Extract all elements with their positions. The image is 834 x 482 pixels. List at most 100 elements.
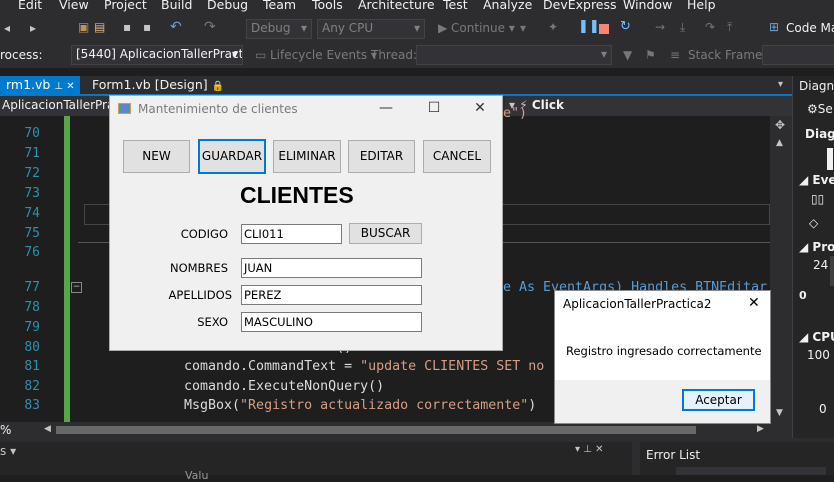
- member-nav-dropdown[interactable]: ▾ ⚡ Click: [505, 96, 792, 116]
- line-number: 75: [24, 226, 40, 241]
- hot-reload-icon[interactable]: ✦: [548, 20, 558, 34]
- tab-overflow-icon[interactable]: ▾: [778, 79, 783, 90]
- menu-window[interactable]: Window: [623, 0, 672, 12]
- code-fragment: e"): [503, 106, 528, 121]
- lifecycle-events-button[interactable]: Lifecycle Events ▾: [270, 48, 377, 62]
- nombres-input[interactable]: JUAN: [241, 258, 422, 278]
- settings-button[interactable]: ⚙Se: [807, 102, 833, 116]
- menu-test[interactable]: Test: [443, 0, 468, 12]
- code-map-button[interactable]: Code Map: [786, 21, 834, 35]
- attach-icon[interactable]: ▾: [520, 21, 526, 35]
- scroll-left-icon[interactable]: ◀: [44, 424, 51, 434]
- back-icon[interactable]: ◂: [4, 21, 10, 35]
- stack-frame-dropdown[interactable]: [762, 45, 834, 65]
- save-all-icon[interactable]: ▪: [143, 20, 151, 34]
- guardar-button[interactable]: GUARDAR: [198, 139, 266, 174]
- dialog-title: AplicacionTallerPractica2: [563, 297, 712, 311]
- diagnostics-session-label: Diagn: [805, 127, 834, 141]
- restart-icon[interactable]: ↻: [620, 19, 631, 34]
- scroll-up-icon[interactable]: ▲: [776, 138, 783, 148]
- menu-devexpress[interactable]: DevExpress: [543, 0, 617, 12]
- lifecycle-icon: ▭: [255, 48, 267, 62]
- minimize-button[interactable]: —: [366, 100, 406, 122]
- dialog-close-button[interactable]: ✕: [748, 295, 760, 311]
- cpu-section[interactable]: ◢ CPU: [799, 330, 834, 344]
- codigo-input[interactable]: CLI011: [241, 224, 342, 244]
- menu-edit[interactable]: Edit: [18, 0, 42, 12]
- error-list-title[interactable]: Error List: [646, 448, 700, 462]
- buscar-button[interactable]: BUSCAR: [349, 223, 422, 244]
- step-over-icon[interactable]: ↷: [705, 20, 715, 34]
- timeline-ruler: [827, 148, 833, 170]
- menu-help[interactable]: Help: [687, 0, 716, 12]
- pause-icon[interactable]: ❚❚: [578, 19, 600, 34]
- maximize-button[interactable]: ☐: [414, 100, 454, 122]
- eliminar-button[interactable]: ELIMINAR: [273, 140, 341, 173]
- apellidos-input[interactable]: PEREZ: [241, 285, 422, 305]
- menu-project[interactable]: Project: [104, 0, 147, 12]
- stop-icon[interactable]: [599, 24, 609, 34]
- open-folder-icon[interactable]: ▤: [94, 20, 105, 34]
- cpu-min-value: 0: [819, 402, 827, 416]
- sexo-input[interactable]: MASCULINO: [241, 312, 422, 332]
- menu-build[interactable]: Build: [161, 0, 192, 12]
- filter-icon[interactable]: ▼: [623, 48, 632, 62]
- memory-value: 24: [813, 258, 829, 272]
- line-number: 77: [24, 280, 40, 295]
- scroll-down-icon[interactable]: ▼: [776, 408, 783, 418]
- error-list-panel: Error List: [640, 442, 834, 475]
- solution-config-dropdown[interactable]: Debug ▾: [246, 19, 312, 39]
- menu-debug[interactable]: Debug: [207, 0, 248, 12]
- collapse-toggle[interactable]: −: [71, 282, 82, 293]
- redo-icon[interactable]: ↷: [204, 19, 216, 35]
- horizontal-scrollbar[interactable]: % ◀ ▶: [0, 422, 792, 438]
- menu-team[interactable]: Team: [263, 0, 296, 12]
- dialog-footer: Aceptar: [555, 380, 770, 423]
- menu-tools[interactable]: Tools: [312, 0, 343, 12]
- new-button[interactable]: NEW: [123, 140, 190, 173]
- vertical-scrollbar[interactable]: ✥ ▲ ▼: [770, 116, 792, 422]
- continue-button[interactable]: ▶ Continue ▾: [438, 21, 515, 35]
- line-number: 76: [24, 245, 40, 260]
- menu-view[interactable]: View: [59, 0, 89, 12]
- save-icon[interactable]: ▪: [123, 20, 131, 34]
- new-project-icon[interactable]: ▣: [78, 20, 89, 34]
- horizontal-scroll-thumb[interactable]: [56, 426, 696, 434]
- forward-icon[interactable]: ▸: [30, 21, 36, 35]
- menu-analyze[interactable]: Analyze: [483, 0, 532, 12]
- flag-icon[interactable]: ⚑: [645, 48, 656, 62]
- diagnostic-tools-panel: Diagno ⚙Se Diagn ◢ Even ▯▯ ◇ ◢ Proc 24 0…: [792, 76, 834, 438]
- tab-form1-design[interactable]: Form1.vb [Design] 🔒: [86, 76, 230, 96]
- aceptar-button[interactable]: Aceptar: [682, 389, 755, 411]
- line-number: 71: [24, 146, 40, 161]
- line-number: 83: [24, 398, 40, 413]
- close-icon[interactable]: s ▾: [0, 444, 16, 458]
- debug-location-toolbar: rocess: [5440] AplicacionTallerPractica2…: [0, 44, 834, 68]
- events-section[interactable]: ◢ Even: [799, 173, 834, 187]
- process-memory-section[interactable]: ◢ Proc: [799, 240, 834, 254]
- process-dropdown[interactable]: [5440] AplicacionTallerPractica2.vs▾: [71, 45, 243, 65]
- pause-events-icon[interactable]: ▯▯: [811, 192, 824, 206]
- stack-frame-label: Stack Frame:: [688, 48, 767, 62]
- split-icon[interactable]: ✥: [775, 118, 785, 132]
- scroll-right-icon[interactable]: ▶: [757, 424, 764, 434]
- line-number: 79: [24, 320, 40, 335]
- tab-form1-code[interactable]: rm1.vb ⊥ ✕: [0, 76, 80, 96]
- step-into-icon[interactable]: ⤓: [680, 20, 685, 35]
- menu-architecture[interactable]: Architecture: [358, 0, 435, 12]
- thread-dropdown[interactable]: ▾: [416, 45, 612, 65]
- platform-dropdown[interactable]: Any CPU ▾: [317, 19, 425, 39]
- zoom-level[interactable]: %: [0, 423, 11, 437]
- panel-options-icon[interactable]: ▾ ⊥ ✕: [575, 444, 603, 455]
- close-button[interactable]: ✕: [460, 100, 500, 122]
- project-nav-dropdown[interactable]: AplicacionTallerPractic: [0, 96, 112, 116]
- standard-toolbar: ◂ ▸ ▣ ▤ ▪ ▪ ↶ ↷ Debug ▾ Any CPU ▾ ▶ Contin…: [0, 14, 834, 44]
- cpu-max-value: 100: [807, 348, 830, 362]
- error-list-filter[interactable]: [676, 467, 826, 475]
- show-next-statement-icon[interactable]: →: [655, 20, 665, 34]
- undo-icon[interactable]: ↶: [170, 19, 182, 35]
- document-tabs: rm1.vb ⊥ ✕ Form1.vb [Design] 🔒 ▾: [0, 76, 792, 96]
- editar-button[interactable]: EDITAR: [348, 140, 415, 173]
- cancel-button[interactable]: CANCEL: [423, 140, 491, 173]
- step-out-icon[interactable]: ⤒: [727, 20, 732, 35]
